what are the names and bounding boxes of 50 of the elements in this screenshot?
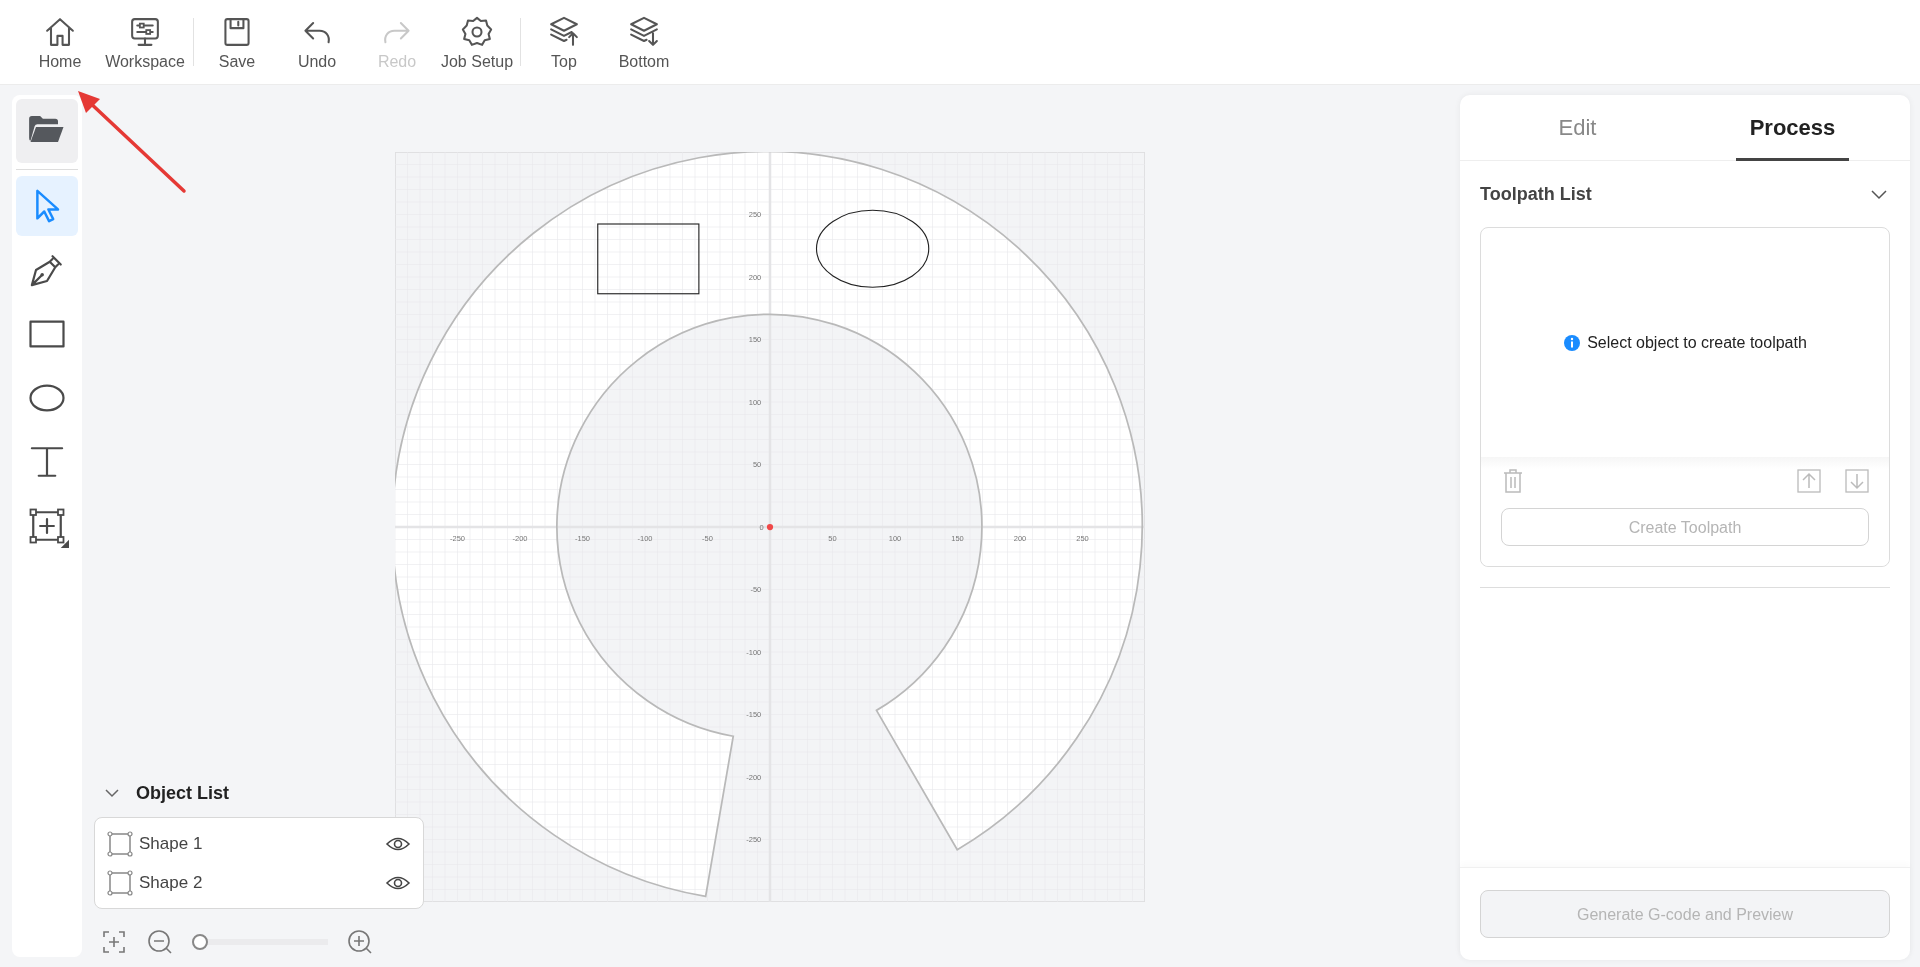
axis-tick-label: -150 <box>746 710 762 719</box>
origin-dot <box>766 523 774 531</box>
axis-tick-label: 50 <box>828 533 837 543</box>
shape-frame-icon <box>107 869 133 896</box>
rectangle-shape[interactable] <box>597 223 700 295</box>
object-name[interactable]: Shape 2 <box>139 872 379 893</box>
axis-tick-label: -200 <box>512 533 528 543</box>
axis-tick-label: 200 <box>748 272 762 282</box>
shape-frame-icon <box>107 830 133 857</box>
axis-tick-label: -250 <box>450 533 465 543</box>
save-button[interactable]: Save <box>197 13 277 71</box>
frame-plus-icon <box>100 928 128 956</box>
bottom-button[interactable]: Bottom <box>604 13 684 71</box>
job-setup-button[interactable]: Job Setup <box>437 13 517 71</box>
object-name[interactable]: Shape 1 <box>139 833 379 854</box>
axis-tick-label: -250 <box>746 835 762 844</box>
workspace-button[interactable]: Workspace <box>100 13 190 71</box>
origin-label: 0 <box>759 522 764 532</box>
axis-tick-label: -100 <box>746 647 762 657</box>
axis-tick-label: -100 <box>637 533 653 543</box>
panel-tab[interactable]: Process <box>1685 95 1900 160</box>
axis-tick-label: 250 <box>748 210 762 219</box>
axis-tick-label: 100 <box>888 533 902 543</box>
axis-tick-label: 50 <box>752 460 762 469</box>
axis-tick-label: -50 <box>702 533 713 543</box>
ellipse-shape[interactable] <box>815 209 930 288</box>
axis-tick-label: 200 <box>1013 533 1027 543</box>
axis-tick-label: -200 <box>746 772 762 782</box>
fit-view-button[interactable] <box>100 928 128 956</box>
panel-tab[interactable]: Edit <box>1470 95 1685 160</box>
home-button[interactable]: Home <box>20 13 100 71</box>
axis-tick-label: -50 <box>750 585 762 594</box>
axis-tick-label: 150 <box>748 335 762 344</box>
design-canvas[interactable]: -250 -200 -150 -100 -50 50 100 150 200 250 250 200 150 100 50 -50 -100 -150 -200 -250 0 <box>395 152 1145 902</box>
axis-tick-label: -150 <box>575 533 590 543</box>
zoom-in-icon <box>346 928 374 956</box>
undo-button[interactable]: Undo <box>277 13 357 71</box>
zoom-in-button[interactable] <box>346 928 374 956</box>
zoom-out-icon <box>146 928 174 956</box>
axis-tick-label: 150 <box>951 533 964 543</box>
slider-thumb[interactable] <box>192 934 208 950</box>
section-title: Toolpath List <box>1480 183 1592 205</box>
info-icon <box>1563 333 1582 352</box>
axis-tick-label: 100 <box>748 397 762 407</box>
axis-tick-label: 250 <box>1076 533 1089 543</box>
open-file-button[interactable] <box>16 99 78 163</box>
object-list-title: Object List <box>136 782 229 804</box>
zoom-out-button[interactable] <box>146 928 174 956</box>
empty-message: Select object to create toolpath <box>1587 333 1807 352</box>
top-button[interactable]: Top <box>524 13 604 71</box>
